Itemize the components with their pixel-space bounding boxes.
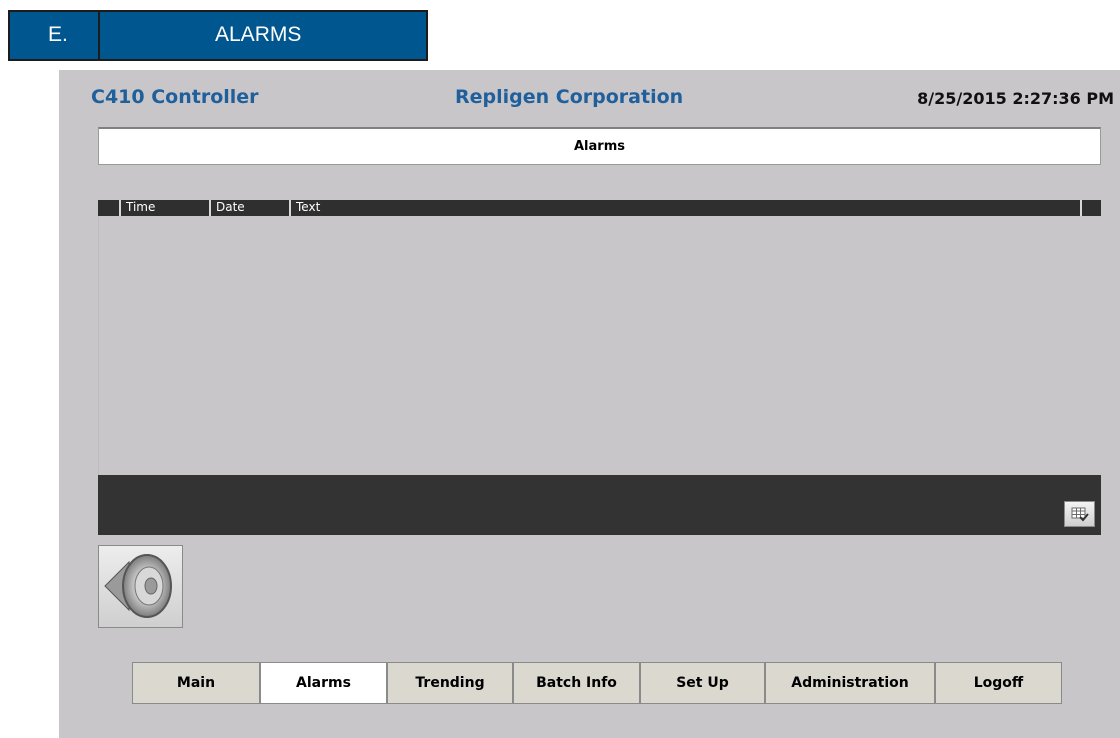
alarm-table-toolbar [98, 475, 1101, 535]
column-header-time[interactable]: Time [119, 200, 209, 216]
page-title: Alarms [98, 127, 1101, 165]
horn-button[interactable] [98, 545, 183, 628]
column-header-date[interactable]: Date [209, 200, 289, 216]
hmi-screen: C410 Controller Repligen Corporation 8/2… [59, 70, 1120, 738]
section-letter: E. [48, 23, 68, 46]
datetime-display: 8/25/2015 2:27:36 PM [917, 89, 1114, 108]
acknowledge-button[interactable] [1064, 501, 1095, 527]
app-title: C410 Controller [91, 86, 259, 108]
table-check-icon [1071, 507, 1089, 522]
section-title: ALARMS [215, 23, 302, 46]
nav-trending-button[interactable]: Trending [387, 662, 513, 704]
table-header-end [1080, 200, 1101, 216]
nav-batch-info-button[interactable]: Batch Info [513, 662, 640, 704]
company-name: Repligen Corporation [455, 86, 684, 108]
nav-alarms-button[interactable]: Alarms [260, 662, 387, 704]
alarm-table-body[interactable] [98, 216, 1101, 475]
nav-logoff-button[interactable]: Logoff [935, 662, 1062, 704]
speaker-icon [104, 554, 172, 618]
section-header: E. ALARMS [8, 10, 428, 61]
alarm-table-header: Time Date Text [98, 200, 1080, 216]
nav-administration-button[interactable]: Administration [765, 662, 935, 704]
nav-set-up-button[interactable]: Set Up [640, 662, 765, 704]
nav-main-button[interactable]: Main [132, 662, 260, 704]
section-divider [98, 12, 100, 59]
column-header-text[interactable]: Text [289, 200, 1080, 216]
select-column-header[interactable] [98, 200, 119, 216]
